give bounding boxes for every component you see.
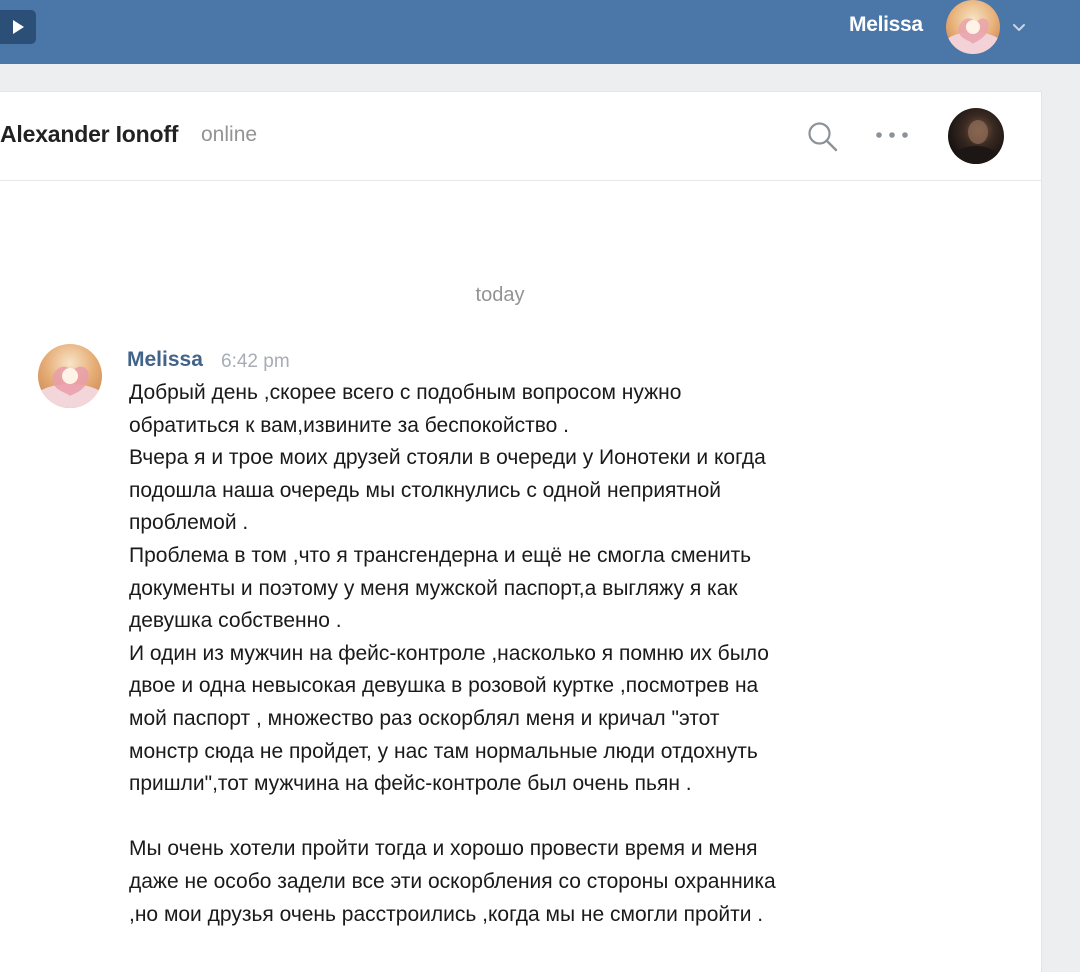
- message-line: проблемой .: [129, 511, 249, 535]
- current-user-name[interactable]: Melissa: [849, 13, 923, 37]
- message-line: девушка собственно .: [129, 609, 342, 633]
- message-timestamp[interactable]: 6:42 pm: [221, 351, 290, 373]
- conversation-panel: Alexander Ionoff online today Melissa 6:…: [0, 92, 1041, 972]
- play-button[interactable]: [0, 10, 36, 44]
- contact-avatar[interactable]: [948, 108, 1004, 164]
- message-line: мой паспорт , множество раз оскорблял ме…: [129, 706, 720, 730]
- message-line: Мы очень хотели пройти тогда и хорошо пр…: [129, 837, 758, 861]
- day-divider: today: [475, 284, 525, 306]
- message-line: монстр сюда не пройдет, у нас там нормал…: [129, 739, 758, 763]
- message-line: даже не особо задели все эти оскорбления…: [129, 869, 776, 893]
- message-line: обратиться к вам,извините за беспокойств…: [129, 413, 569, 437]
- conversation-header: Alexander Ionoff online: [0, 92, 1041, 181]
- message-line: пришли",тот мужчина на фейс-контроле был…: [129, 772, 692, 796]
- message-line: ,но мои друзья очень расстроились ,когда…: [129, 902, 764, 926]
- contact-name[interactable]: Alexander Ionoff: [0, 121, 178, 148]
- chevron-down-icon[interactable]: [1010, 18, 1028, 36]
- current-user-avatar[interactable]: [946, 0, 1000, 54]
- top-navigation-bar: Melissa: [0, 0, 1080, 64]
- message-text: Добрый день ,скорее всего с подобным воп…: [129, 377, 1029, 931]
- message-line: Добрый день ,скорее всего с подобным воп…: [129, 381, 682, 404]
- message-line-blank: [129, 801, 1029, 834]
- message-line: Проблема в том ,что я трансгендерна и ещ…: [129, 543, 752, 567]
- message-line: Вчера я и трое моих друзей стояли в очер…: [129, 446, 766, 470]
- search-icon[interactable]: [805, 119, 839, 153]
- more-icon[interactable]: [872, 124, 912, 146]
- play-icon: [13, 20, 24, 34]
- contact-status: online: [201, 123, 258, 146]
- message-line: подошла наша очередь мы столкнулись с од…: [129, 478, 722, 502]
- message-line: двое и одна невысокая девушка в розовой …: [129, 674, 759, 698]
- message-author-avatar[interactable]: [38, 344, 102, 408]
- message-line: И один из мужчин на фейс-контроле ,наско…: [129, 641, 769, 665]
- message-line: документы и поэтому у меня мужской паспо…: [129, 576, 738, 600]
- message-author-name[interactable]: Melissa: [127, 348, 203, 372]
